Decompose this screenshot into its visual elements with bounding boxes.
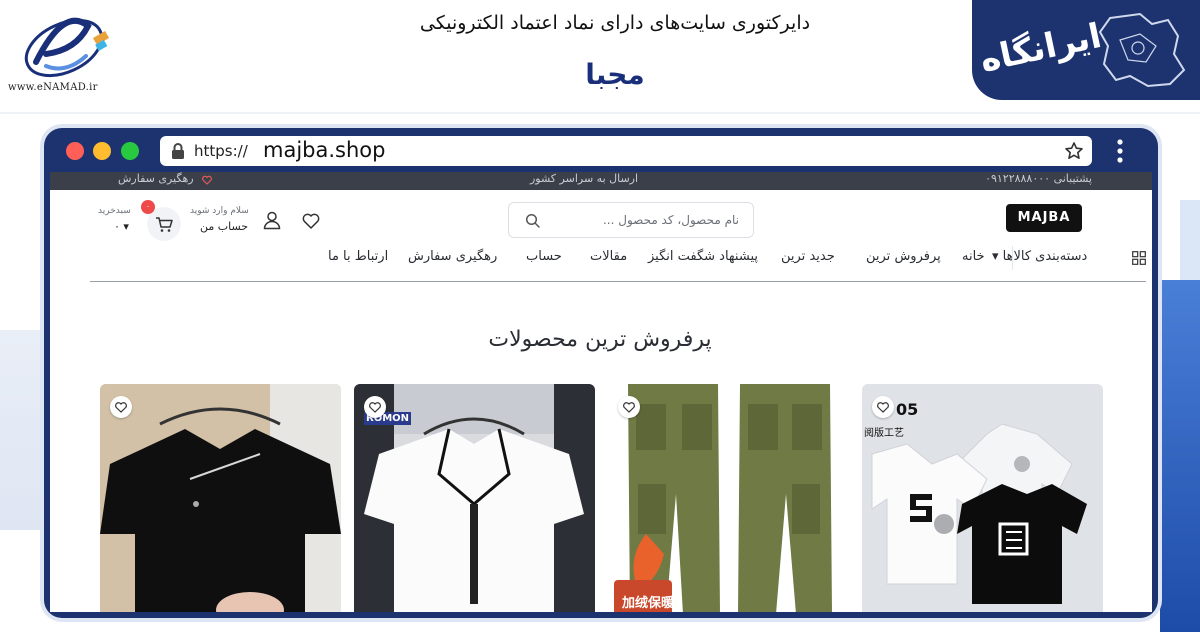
- add-to-wishlist-button[interactable]: [618, 396, 640, 418]
- login-prompt[interactable]: سلام وارد شوید: [190, 206, 249, 216]
- majba-logo[interactable]: MAJBA: [1006, 204, 1082, 232]
- heart-icon: [369, 402, 381, 413]
- wishlist-heart-icon[interactable]: [302, 212, 320, 230]
- nav-account[interactable]: حساب: [526, 249, 562, 264]
- cart-count-badge: ۰: [141, 200, 155, 214]
- promo-support: پشتیبانی ۰۹۱۲۲۸۸۸۰۰۰: [985, 172, 1092, 185]
- search-placeholder: نام محصول، کد محصول ...: [602, 213, 739, 227]
- lock-icon: [172, 143, 184, 159]
- nav-home[interactable]: خانه: [962, 249, 985, 264]
- add-to-wishlist-button[interactable]: [110, 396, 132, 418]
- cart-label: سبدخرید: [98, 206, 131, 216]
- decor-left: [0, 330, 50, 530]
- product-card[interactable]: [100, 384, 341, 612]
- site-title: مجبا: [585, 58, 645, 91]
- iran-map-icon: [1098, 12, 1186, 88]
- nav-separator: [1012, 246, 1013, 270]
- product-card[interactable]: 加绒保暖: [608, 384, 849, 612]
- product-label-cn: 阅版工艺: [864, 428, 904, 439]
- product-label-number: 05: [896, 400, 919, 419]
- heart-icon: [115, 402, 127, 413]
- bookmark-star-icon[interactable]: [1064, 141, 1084, 161]
- product-card[interactable]: ROMON: [354, 384, 595, 612]
- tracking-icon: [202, 175, 212, 185]
- page-viewport: رهگیری سفارش ارسال به سراسر کشور پشتیبان…: [50, 172, 1152, 612]
- enamad-url: www.eNAMAD.ir: [8, 82, 98, 93]
- nav-deals[interactable]: پیشنهاد شگفت انگیز: [648, 249, 758, 264]
- add-to-wishlist-button[interactable]: [872, 396, 894, 418]
- minimize-window-button[interactable]: [93, 142, 111, 160]
- banner-divider: [0, 112, 1200, 114]
- browser-menu-icon[interactable]: [1116, 138, 1124, 164]
- nav-order-tracking[interactable]: رهگیری سفارش: [408, 249, 497, 264]
- maximize-window-button[interactable]: [121, 142, 139, 160]
- main-navigation: دسته‌بندی کالاها ▾ خانه پرفروش ترین جدید…: [90, 232, 1146, 282]
- url-domain: majba.shop: [263, 138, 386, 162]
- nav-articles[interactable]: مقالات: [590, 249, 627, 264]
- product-image-cargo-pants: [608, 384, 849, 612]
- irangah-logo-text: ایرانگاه: [976, 15, 1105, 81]
- address-bar[interactable]: https:// majba.shop: [160, 136, 1092, 166]
- url-protocol: https://: [194, 142, 248, 160]
- close-window-button[interactable]: [66, 142, 84, 160]
- heart-icon: [623, 402, 635, 413]
- nav-bestsellers[interactable]: پرفروش ترین: [866, 249, 941, 264]
- browser-window: https:// majba.shop رهگیری سفارش ارسال ب…: [44, 128, 1158, 618]
- search-icon[interactable]: [525, 213, 540, 228]
- bestsellers-heading: پرفروش ترین محصولات: [488, 327, 712, 352]
- product-badge-cn: 加绒保暖: [622, 596, 675, 611]
- user-icon[interactable]: [262, 210, 282, 230]
- promo-bar: رهگیری سفارش ارسال به سراسر کشور پشتیبان…: [50, 172, 1152, 190]
- add-to-wishlist-button[interactable]: [364, 396, 386, 418]
- irangah-logo: ایرانگاه: [972, 0, 1200, 100]
- heart-icon: [877, 402, 889, 413]
- categories-grid-icon: [1132, 251, 1146, 265]
- decor-right: [1160, 280, 1200, 632]
- nav-newest[interactable]: جدید ترین: [781, 249, 835, 264]
- product-card[interactable]: 05 阅版工艺: [862, 384, 1103, 612]
- promo-tracking[interactable]: رهگیری سفارش: [118, 172, 194, 185]
- nav-contact[interactable]: ارتباط با ما: [328, 249, 388, 264]
- nav-categories[interactable]: دسته‌بندی کالاها ▾: [992, 249, 1087, 264]
- enamad-banner: www.eNAMAD.ir دایرکتوری سایت‌های دارای ن…: [0, 0, 1200, 112]
- promo-shipping: ارسال به سراسر کشور: [530, 172, 639, 185]
- directory-subtitle: دایرکتوری سایت‌های دارای نماد اعتماد الک…: [419, 12, 811, 34]
- product-image-black-tshirt: [100, 384, 341, 612]
